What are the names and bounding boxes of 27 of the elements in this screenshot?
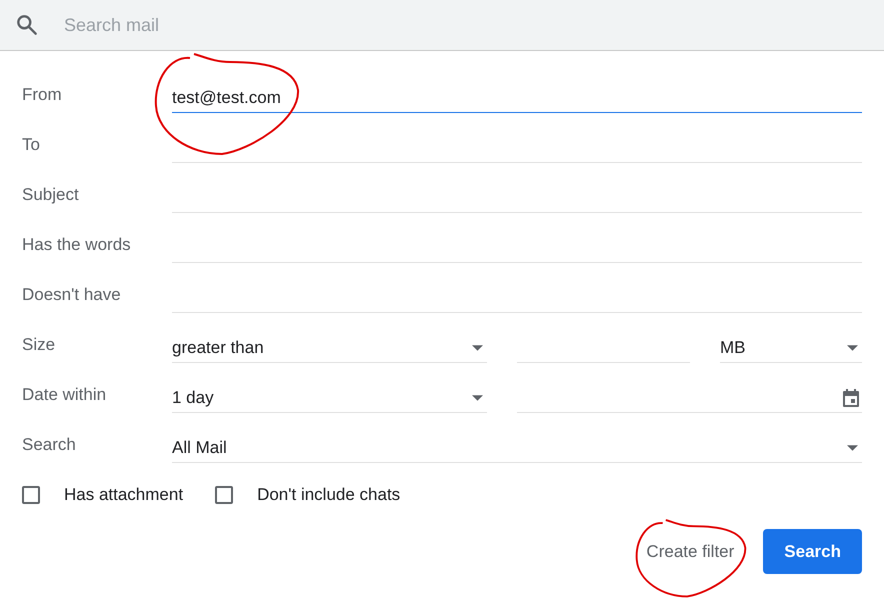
action-button[interactable]: Create filter <box>633 529 748 574</box>
unit-dropdown[interactable]: MB <box>720 335 862 363</box>
action-button[interactable]: Search <box>763 529 862 574</box>
field-label: Subject <box>22 185 80 205</box>
period-dropdown[interactable]: 1 day <box>172 385 487 413</box>
operator-dropdown[interactable]: greater than <box>172 335 487 363</box>
checkbox-label[interactable]: Has attachment <box>64 485 184 505</box>
checkbox-label[interactable]: Don't include chats <box>257 485 400 505</box>
field-label: Size <box>22 335 56 355</box>
checkbox[interactable] <box>215 486 234 504</box>
mailbox-dropdown[interactable]: All Mail <box>172 435 862 463</box>
field-label: Date within <box>22 385 108 405</box>
field-label: Search <box>22 435 77 455</box>
field-label: Has the words <box>22 235 132 255</box>
search-icon[interactable] <box>14 12 40 38</box>
text-field[interactable]: test@test.com <box>172 85 862 113</box>
calendar-icon[interactable] <box>842 388 860 408</box>
caret-icon <box>847 344 858 350</box>
search-input[interactable]: Search mail <box>62 14 366 36</box>
checkbox[interactable] <box>22 486 40 504</box>
field-label: Doesn't have <box>22 285 122 305</box>
field-label: To <box>22 135 41 155</box>
search-bar[interactable]: Search mail <box>0 0 884 51</box>
caret-icon <box>847 444 858 450</box>
caret-icon <box>472 394 483 400</box>
field-label: From <box>22 85 63 105</box>
caret-icon <box>472 344 483 350</box>
